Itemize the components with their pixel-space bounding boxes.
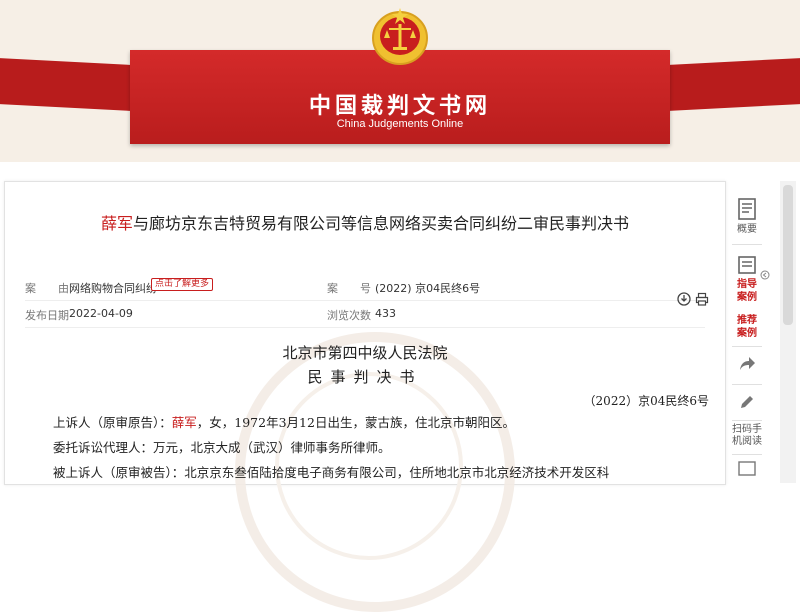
- rail-annotate[interactable]: [726, 392, 768, 416]
- court-name: 北京市第四中级人民法院: [282, 344, 448, 362]
- meta-divider: [25, 300, 705, 301]
- learn-more-tag[interactable]: 点击了解更多: [151, 278, 214, 291]
- meta-divider-bottom: [25, 327, 705, 328]
- more-icon: [738, 461, 756, 476]
- document-panel: 薛军与廊坊京东吉特贸易有限公司等信息网络买卖合同纠纷二审民事判决书 案 由 网络…: [4, 181, 726, 612]
- download-icon[interactable]: [677, 292, 691, 306]
- rail-summary[interactable]: 概要: [726, 198, 768, 236]
- party-name-link[interactable]: 薛军: [172, 415, 197, 430]
- title-party-name[interactable]: 薛军: [101, 214, 133, 233]
- court-emblem-icon: [372, 8, 428, 65]
- list-icon: [738, 256, 756, 274]
- rail-summary-label: 概要: [737, 224, 757, 235]
- rail-divider: [732, 244, 762, 245]
- views-value: 433: [375, 307, 396, 320]
- site-banner: 中国裁判文书网 China Judgements Online: [0, 0, 800, 162]
- rail-divider: [732, 454, 762, 455]
- rail-recommend-line2: 案例: [737, 328, 757, 339]
- publish-date-value: 2022-04-09: [69, 307, 133, 320]
- site-title: 中国裁判文书网: [308, 94, 491, 119]
- rail-recommend-line1: 推荐: [737, 315, 757, 326]
- rail-divider: [732, 420, 762, 421]
- cause-value[interactable]: 网络购物合同纠纷: [69, 280, 157, 296]
- publish-date-label: 发布日期: [25, 309, 69, 322]
- document-title: 薛军与廊坊京东吉特贸易有限公司等信息网络买卖合同纠纷二审民事判决书: [5, 210, 725, 234]
- collapse-icon[interactable]: [760, 270, 770, 280]
- print-icon[interactable]: [695, 292, 709, 306]
- para-rest: ，女，1972年3月12日出生，蒙古族，住北京市朝阳区。: [196, 415, 515, 430]
- rail-recommend-cases[interactable]: 推荐 案例: [726, 314, 768, 340]
- rail-divider: [732, 346, 762, 347]
- rail-divider: [732, 384, 762, 385]
- edit-icon: [741, 396, 753, 408]
- document-type: 民事判决书: [307, 368, 423, 386]
- para-prefix: 被上诉人（原审被告）：北京京东叁佰陆拾度电子商务有限公司，住所地北京市北京经济技…: [53, 465, 610, 480]
- title-text: 与廊坊京东吉特贸易有限公司等信息网络买卖合同纠纷二审民事判决书: [133, 214, 630, 233]
- case-number: （2022）京04民终6号: [583, 394, 709, 408]
- case-no-value: (2022) 京04民终6号: [375, 282, 481, 295]
- para-prefix: 委托诉讼代理人：万元，北京大成（武汉）律师事务所律师。: [53, 440, 391, 455]
- share-icon: [740, 357, 755, 370]
- cause-label: 案 由: [25, 282, 69, 295]
- rail-scan-mobile[interactable]: 扫码手 机阅读: [726, 424, 768, 448]
- paragraph-agent: 委托诉讼代理人：万元，北京大成（武汉）律师事务所律师。: [53, 437, 391, 456]
- site-subtitle: China Judgements Online: [336, 118, 464, 130]
- rail-more[interactable]: [726, 460, 768, 480]
- paragraph-appellee: 被上诉人（原审被告）：北京京东叁佰陆拾度电子商务有限公司，住所地北京市北京经济技…: [53, 462, 609, 481]
- scrollbar-thumb[interactable]: [783, 185, 793, 325]
- views-label: 浏览次数: [327, 309, 371, 322]
- para-prefix: 上诉人（原审原告）：: [53, 415, 172, 430]
- right-rail: 概要 指导 案例 推荐 案例 扫码手 机阅读: [726, 188, 770, 483]
- paragraph-appellant: 上诉人（原审原告）：薛军，女，1972年3月12日出生，蒙古族，住北京市朝阳区。: [53, 412, 515, 431]
- rail-scan-line2: 机阅读: [732, 436, 762, 447]
- case-no-label: 案 号: [327, 282, 371, 295]
- rail-guide-cases[interactable]: 指导 案例: [726, 256, 768, 304]
- rail-guide-line2: 案例: [737, 292, 757, 303]
- rail-scan-line1: 扫码手: [732, 424, 762, 435]
- summary-icon: [738, 198, 756, 220]
- rail-share[interactable]: [726, 354, 768, 378]
